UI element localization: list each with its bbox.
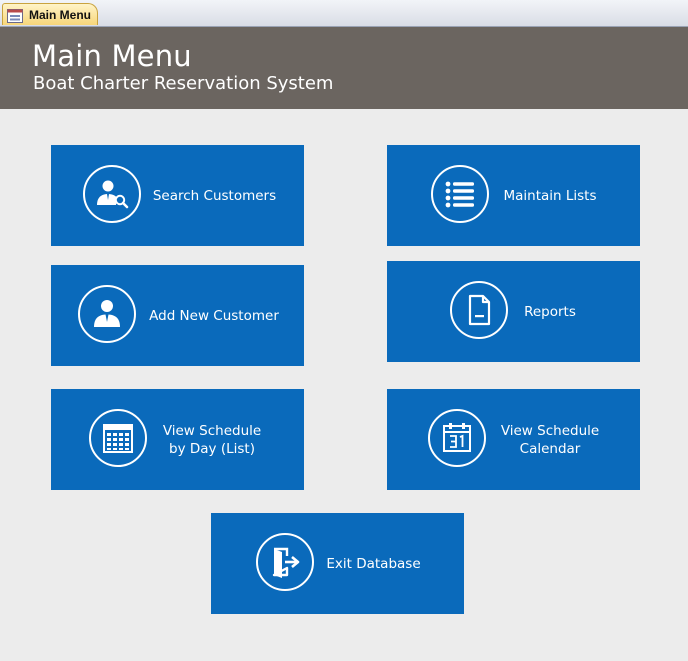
search-customers-button[interactable]: Search Customers [51, 145, 304, 246]
document-icon [450, 281, 508, 339]
add-new-customer-button[interactable]: Add New Customer [51, 265, 304, 366]
reports-label: Reports [524, 303, 576, 320]
maintain-lists-button[interactable]: Maintain Lists [387, 145, 640, 246]
calendar-grid-icon [89, 409, 147, 467]
document-tab-strip: Main Menu [0, 0, 688, 27]
tab-main-menu[interactable]: Main Menu [2, 3, 98, 25]
page-title: Main Menu [32, 39, 192, 73]
add-new-customer-label: Add New Customer [149, 307, 279, 324]
calendar-31-icon [428, 409, 486, 467]
view-schedule-day-label: View Schedule by Day (List) [162, 422, 262, 457]
form-header: Main Menu Boat Charter Reservation Syste… [0, 27, 688, 109]
person-icon [78, 285, 136, 343]
form-icon [7, 8, 23, 23]
exit-database-label: Exit Database [326, 555, 421, 572]
person-search-icon [83, 165, 141, 223]
view-schedule-day-button[interactable]: View Schedule by Day (List) [51, 389, 304, 490]
search-customers-label: Search Customers [152, 187, 277, 204]
exit-door-icon [256, 533, 314, 591]
page-subtitle: Boat Charter Reservation System [33, 73, 334, 94]
list-icon [431, 165, 489, 223]
view-schedule-calendar-button[interactable]: View Schedule Calendar [387, 389, 640, 490]
maintain-lists-label: Maintain Lists [503, 187, 597, 204]
reports-button[interactable]: Reports [387, 261, 640, 362]
tab-label: Main Menu [29, 7, 91, 22]
exit-database-button[interactable]: Exit Database [211, 513, 464, 614]
view-schedule-calendar-label: View Schedule Calendar [500, 422, 600, 457]
